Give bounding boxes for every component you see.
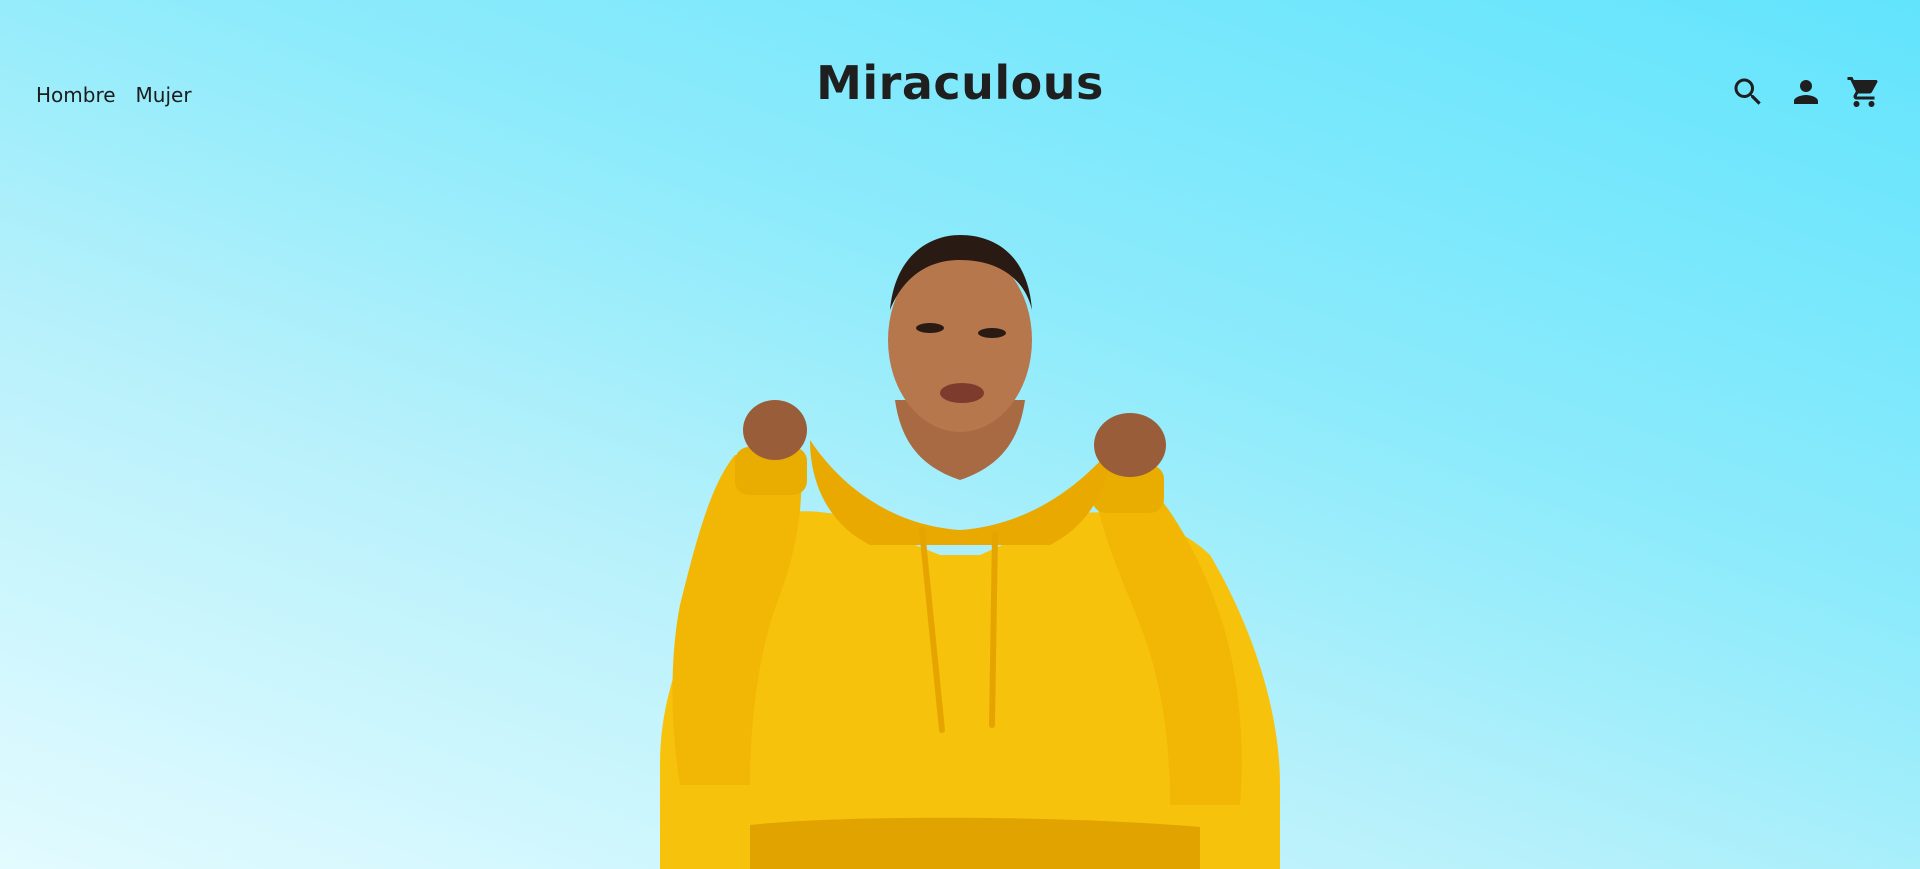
- right-hand: [1094, 413, 1166, 477]
- hero-banner: Hombre Mujer Miraculous: [0, 0, 1920, 869]
- model-illustration: [660, 235, 1280, 869]
- left-eye: [916, 323, 944, 333]
- nav-link-hombre[interactable]: Hombre: [36, 83, 116, 107]
- main-nav: Hombre Mujer: [36, 83, 192, 107]
- search-icon[interactable]: [1730, 74, 1766, 110]
- model-lips: [940, 383, 984, 403]
- account-icon[interactable]: [1788, 74, 1824, 110]
- drawstring-right: [989, 532, 998, 728]
- right-eye: [978, 328, 1006, 338]
- left-hand: [743, 400, 807, 460]
- header-actions: [1730, 74, 1882, 110]
- nav-link-mujer[interactable]: Mujer: [136, 83, 192, 107]
- cart-icon[interactable]: [1846, 74, 1882, 110]
- hoodie-hem: [750, 817, 1200, 869]
- hero-model-image: [640, 225, 1280, 869]
- site-header: Hombre Mujer Miraculous: [0, 0, 1920, 160]
- site-logo[interactable]: Miraculous: [0, 56, 1920, 110]
